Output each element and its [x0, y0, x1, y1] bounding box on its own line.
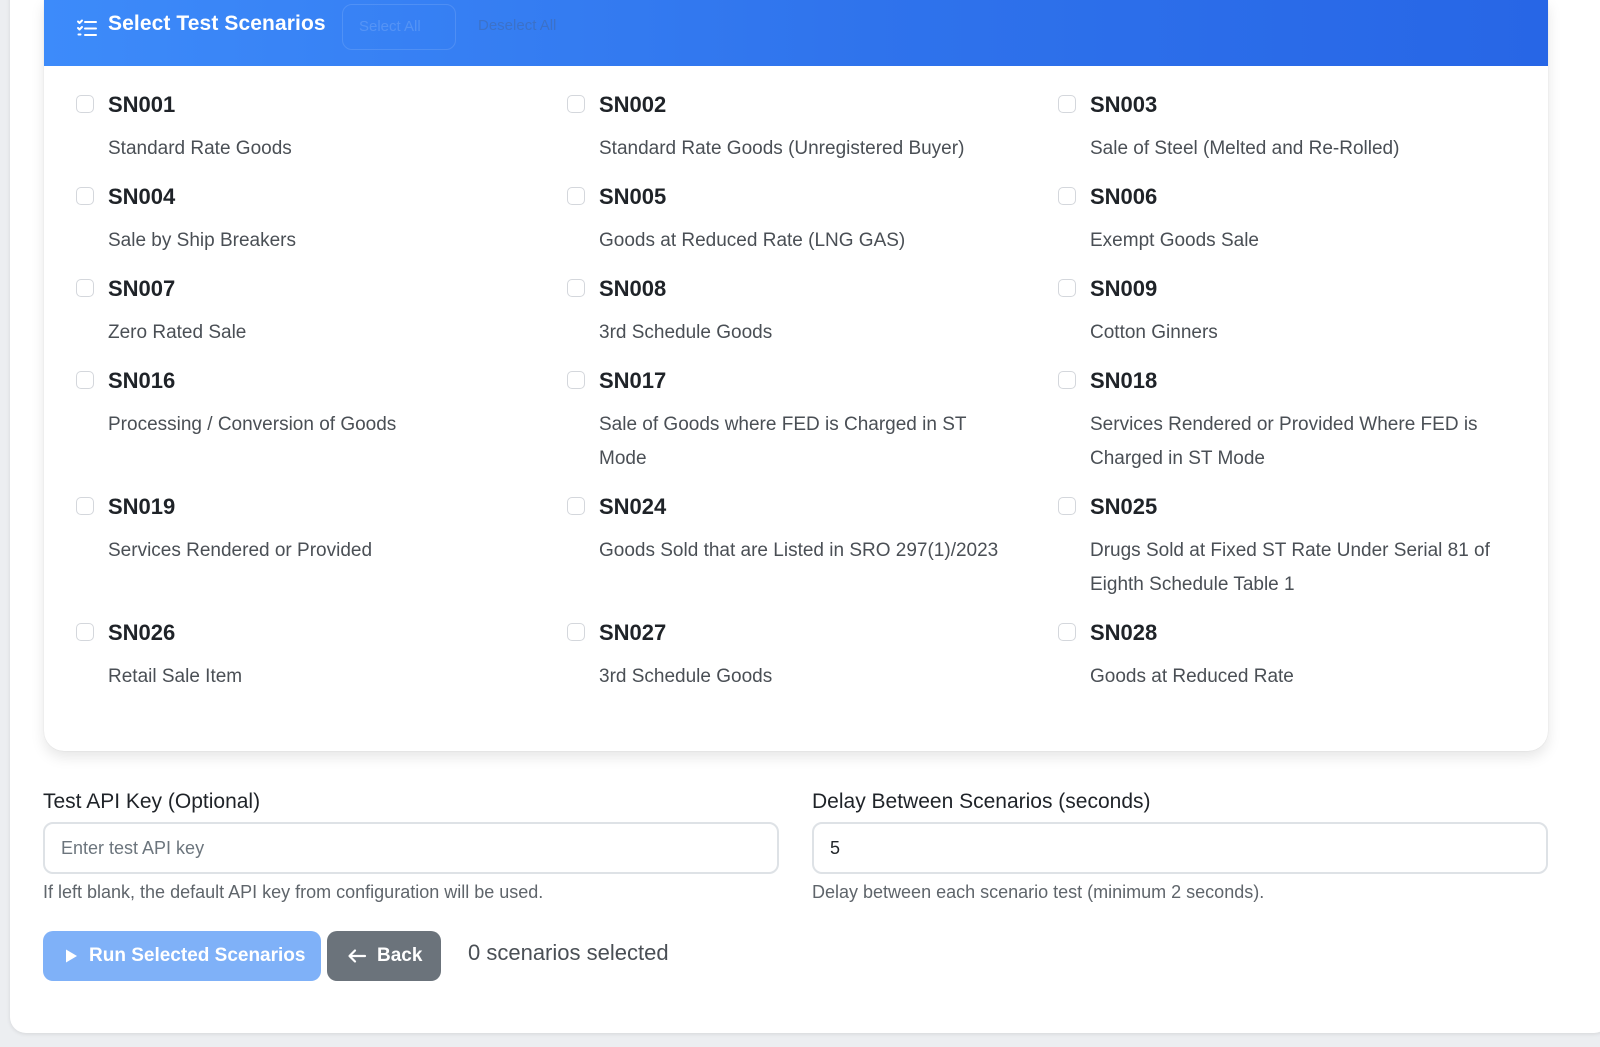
- back-button-label: Back: [377, 945, 423, 966]
- scenario-code: SN025: [1090, 494, 1158, 519]
- scenario-item[interactable]: SN027 3rd Schedule Goods: [567, 620, 1058, 712]
- scenario-checkbox[interactable]: [76, 371, 94, 389]
- scenario-description: 3rd Schedule Goods: [599, 322, 773, 343]
- delay-help: Delay between each scenario test (minimu…: [812, 882, 1265, 902]
- scenario-description: Zero Rated Sale: [108, 322, 247, 343]
- scenario-checkbox[interactable]: [1058, 497, 1076, 515]
- scenario-description: Goods at Reduced Rate: [1090, 666, 1294, 687]
- scenario-description: Standard Rate Goods: [108, 138, 292, 159]
- scenario-item[interactable]: SN009 Cotton Ginners: [1058, 276, 1518, 368]
- scenario-item[interactable]: SN025 Drugs Sold at Fixed ST Rate Under S…: [1058, 494, 1518, 620]
- scenario-checkbox[interactable]: [567, 371, 585, 389]
- scenario-code: SN026: [108, 620, 176, 645]
- scenario-code: SN006: [1090, 184, 1158, 209]
- scenario-checkbox[interactable]: [1058, 371, 1076, 389]
- scenario-code: SN024: [599, 494, 667, 519]
- run-selected-button[interactable]: Run Selected Scenarios: [43, 931, 321, 981]
- scenario-item[interactable]: SN026 Retail Sale Item: [76, 620, 567, 712]
- api-key-input[interactable]: [43, 822, 779, 874]
- card-header: Select Test Scenarios Select All Deselec…: [44, 0, 1548, 66]
- select-all-button[interactable]: Select All: [342, 4, 456, 50]
- scenario-item[interactable]: SN003 Sale of Steel (Melted and Re-Rolled…: [1058, 92, 1518, 184]
- scenario-description: Goods Sold that are Listed in SRO 297(1)…: [599, 540, 999, 561]
- scenario-grid: SN001 Standard Rate Goods SN002 Standard Ra…: [76, 92, 1518, 712]
- arrow-left-icon: [348, 949, 367, 963]
- scenario-card: Select Test Scenarios Select All Deselec…: [44, 0, 1548, 751]
- scenario-checkbox[interactable]: [1058, 279, 1076, 297]
- scenario-code: SN003: [1090, 92, 1158, 117]
- scenario-code: SN019: [108, 494, 176, 519]
- scenario-checkbox[interactable]: [1058, 187, 1076, 205]
- scenario-item[interactable]: SN004 Sale by Ship Breakers: [76, 184, 567, 276]
- scenario-description: Standard Rate Goods (Unregistered Buyer): [599, 138, 965, 159]
- scenario-description: Sale by Ship Breakers: [108, 230, 296, 251]
- api-key-help: If left blank, the default API key from …: [43, 882, 544, 902]
- scenario-item[interactable]: SN016 Processing / Conversion of Goods: [76, 368, 567, 494]
- scenario-code: SN005: [599, 184, 667, 209]
- scenario-item[interactable]: SN005 Goods at Reduced Rate (LNG GAS): [567, 184, 1058, 276]
- scenario-description: Exempt Goods Sale: [1090, 230, 1259, 251]
- scenario-description: Sale of Steel (Melted and Re-Rolled): [1090, 138, 1400, 159]
- scenario-code: SN028: [1090, 620, 1158, 645]
- scenario-checkbox[interactable]: [76, 497, 94, 515]
- scenario-code: SN001: [108, 92, 176, 117]
- api-key-label: Test API Key (Optional): [43, 790, 261, 813]
- delay-input[interactable]: [812, 822, 1548, 874]
- scenario-item[interactable]: SN028 Goods at Reduced Rate: [1058, 620, 1518, 712]
- scenario-description: Drugs Sold at Fixed ST Rate Under Serial…: [1090, 540, 1490, 595]
- deselect-all-button[interactable]: Deselect All: [462, 4, 572, 48]
- scenario-item[interactable]: SN008 3rd Schedule Goods: [567, 276, 1058, 368]
- scenario-description: Sale of Goods where FED is Charged in ST…: [599, 414, 967, 469]
- scenario-checkbox[interactable]: [76, 187, 94, 205]
- scenario-description: Services Rendered or Provided Where FED …: [1090, 414, 1478, 469]
- scenario-item[interactable]: SN017 Sale of Goods where FED is Charged …: [567, 368, 1058, 494]
- scenario-checkbox[interactable]: [76, 623, 94, 641]
- play-icon: [66, 949, 77, 963]
- scenario-item[interactable]: SN019 Services Rendered or Provided: [76, 494, 567, 620]
- scenario-code: SN007: [108, 276, 176, 301]
- delay-label: Delay Between Scenarios (seconds): [812, 790, 1151, 813]
- scenario-code: SN002: [599, 92, 667, 117]
- scenario-description: Cotton Ginners: [1090, 322, 1218, 343]
- scenario-code: SN027: [599, 620, 667, 645]
- scenario-checkbox[interactable]: [567, 623, 585, 641]
- back-button[interactable]: Back: [327, 931, 441, 981]
- scenario-checkbox[interactable]: [567, 497, 585, 515]
- scenario-code: SN008: [599, 276, 667, 301]
- scenario-checkbox[interactable]: [76, 279, 94, 297]
- scenario-checkbox[interactable]: [76, 95, 94, 113]
- scenario-checkbox[interactable]: [567, 187, 585, 205]
- scenario-code: SN016: [108, 368, 176, 393]
- scenario-item[interactable]: SN024 Goods Sold that are Listed in SRO 2…: [567, 494, 1058, 620]
- selected-count: 0 scenarios selected: [468, 940, 669, 965]
- list-check-icon: [77, 19, 97, 36]
- scenario-item[interactable]: SN006 Exempt Goods Sale: [1058, 184, 1518, 276]
- scenario-checkbox[interactable]: [1058, 623, 1076, 641]
- scenario-item[interactable]: SN018 Services Rendered or Provided Where…: [1058, 368, 1518, 494]
- scenario-checkbox[interactable]: [1058, 95, 1076, 113]
- scenario-code: SN009: [1090, 276, 1158, 301]
- scenario-description: Processing / Conversion of Goods: [108, 414, 397, 435]
- scenario-code: SN004: [108, 184, 176, 209]
- card-title: Select Test Scenarios: [108, 12, 326, 35]
- scenario-description: 3rd Schedule Goods: [599, 666, 773, 687]
- scenario-item[interactable]: SN002 Standard Rate Goods (Unregistered B…: [567, 92, 1058, 184]
- scenario-code: SN018: [1090, 368, 1158, 393]
- scenario-item[interactable]: SN001 Standard Rate Goods: [76, 92, 567, 184]
- scenario-checkbox[interactable]: [567, 279, 585, 297]
- scenario-description: Goods at Reduced Rate (LNG GAS): [599, 230, 906, 251]
- scenario-checkbox[interactable]: [567, 95, 585, 113]
- scenario-code: SN017: [599, 368, 667, 393]
- scenario-description: Services Rendered or Provided: [108, 540, 373, 561]
- scenario-item[interactable]: SN007 Zero Rated Sale: [76, 276, 567, 368]
- scenario-description: Retail Sale Item: [108, 666, 243, 687]
- run-button-label: Run Selected Scenarios: [89, 945, 306, 966]
